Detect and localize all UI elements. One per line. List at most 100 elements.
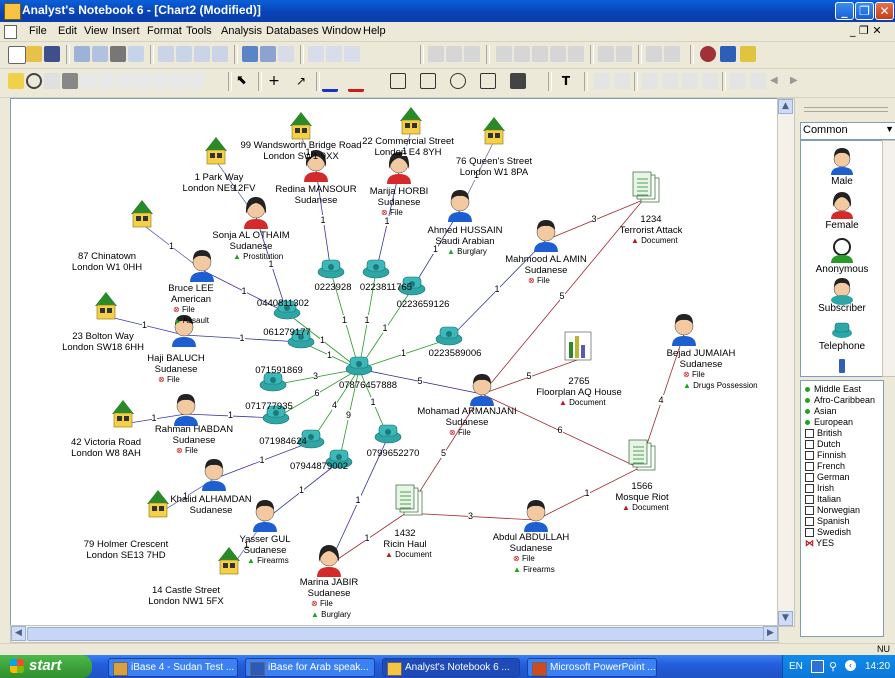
menu-databases[interactable]: Databases (266, 25, 319, 37)
text-icon[interactable]: T (558, 73, 574, 89)
legend-item[interactable]: European (805, 417, 853, 427)
maximize-button[interactable]: ❐ (855, 2, 874, 20)
taskbar-item[interactable]: iBase for Arab speak... (245, 658, 375, 677)
tray-icon[interactable] (811, 660, 824, 673)
taskbar-item[interactable]: Microsoft PowerPoint ... (527, 658, 657, 677)
grid-icon[interactable] (278, 46, 294, 62)
layout-icon[interactable] (242, 46, 258, 62)
link-icon[interactable] (74, 46, 90, 62)
tool-icon[interactable] (616, 46, 632, 62)
tool-icon[interactable] (682, 73, 698, 89)
palette-scrollbar[interactable] (882, 140, 895, 377)
panel-icon[interactable] (344, 46, 360, 62)
zoom-select-icon[interactable] (212, 46, 228, 62)
legend-item[interactable]: French (805, 461, 845, 472)
filter-icon[interactable] (464, 46, 480, 62)
arrow-style-icon[interactable] (480, 73, 496, 89)
mobile-phone-icon[interactable] (839, 359, 845, 373)
zoom-fit-icon[interactable] (194, 46, 210, 62)
tool-icon[interactable] (664, 46, 680, 62)
tool-icon[interactable] (532, 46, 548, 62)
menu-insert[interactable]: Insert (112, 25, 140, 37)
chevron-down-icon[interactable]: ▼ (885, 124, 894, 134)
bar-icon[interactable] (170, 73, 186, 89)
legend-item[interactable]: ⋈ YES (805, 538, 834, 549)
view-icon[interactable] (308, 46, 324, 62)
timeline-icon[interactable] (116, 73, 132, 89)
menu-view[interactable]: View (84, 25, 108, 37)
frame-icon[interactable] (62, 73, 78, 89)
shape-icon[interactable] (420, 73, 436, 89)
menu-analysis[interactable]: Analysis (221, 25, 262, 37)
camera-icon[interactable] (750, 73, 766, 89)
tool-icon[interactable] (598, 46, 614, 62)
vertical-scrollbar[interactable]: ▲ ▼ (777, 98, 795, 627)
tool-icon[interactable] (614, 73, 630, 89)
scroll-up-button[interactable]: ▲ (778, 99, 793, 114)
box-icon[interactable] (134, 73, 150, 89)
label-icon[interactable] (44, 73, 60, 89)
link-tool-icon[interactable]: ↗ (296, 73, 312, 89)
fill-color-icon[interactable] (348, 73, 364, 92)
save-icon[interactable] (44, 46, 60, 62)
legend-item[interactable]: Finnish (805, 450, 846, 461)
close-button[interactable]: ✕ (875, 2, 894, 20)
menu-window[interactable]: Window (322, 25, 361, 37)
circle-icon[interactable] (26, 73, 42, 89)
tool-icon[interactable] (730, 73, 746, 89)
telephone-icon[interactable] (832, 322, 852, 338)
theme-icon[interactable] (80, 73, 96, 89)
tile-icon[interactable] (188, 73, 204, 89)
new-icon[interactable] (8, 46, 26, 64)
forward-icon[interactable]: ▶ (790, 73, 806, 89)
add-icon[interactable]: + (266, 73, 282, 89)
scroll-thumb[interactable] (27, 627, 764, 641)
open-icon[interactable] (26, 46, 42, 62)
line-color-icon[interactable] (322, 73, 338, 92)
palette-grip[interactable] (804, 107, 888, 112)
zoom-in-icon[interactable] (158, 46, 174, 62)
tool-icon[interactable] (702, 73, 718, 89)
female-icon[interactable] (831, 192, 853, 219)
palette-select[interactable]: Common ▼ (800, 122, 895, 140)
legend-item[interactable]: Norwegian (805, 505, 860, 516)
legend-item[interactable]: Italian (805, 494, 841, 505)
help-icon[interactable] (740, 46, 756, 62)
mdi-controls[interactable]: _ ❐ ✕ (850, 24, 882, 37)
minimize-button[interactable]: _ (835, 2, 854, 20)
horizontal-scrollbar[interactable]: ◀ ▶ (10, 625, 779, 643)
chart-canvas[interactable]: 1111111111111111111111111136495355654311… (10, 98, 778, 627)
menu-tools[interactable]: Tools (186, 25, 212, 37)
table-icon[interactable] (326, 46, 342, 62)
scroll-right-button[interactable]: ▶ (763, 626, 778, 641)
menu-file[interactable]: File (29, 25, 47, 37)
tool-icon[interactable] (642, 73, 658, 89)
legend-item[interactable]: German (805, 472, 850, 483)
network-icon[interactable]: ⚲ (829, 660, 837, 673)
menu-help[interactable]: Help (363, 25, 386, 37)
legend-item[interactable]: Dutch (805, 439, 841, 450)
back-icon[interactable]: ◀ (770, 73, 786, 89)
scroll-down-button[interactable]: ▼ (778, 611, 793, 626)
event-icon[interactable] (98, 73, 114, 89)
help-pointer-icon[interactable] (720, 46, 736, 62)
ellipse-icon[interactable] (450, 73, 466, 89)
legend-item[interactable]: British (805, 428, 842, 439)
language-indicator[interactable]: EN (789, 661, 803, 672)
tool-icon[interactable] (514, 46, 530, 62)
tool-icon[interactable] (568, 46, 584, 62)
menu-edit[interactable]: Edit (58, 25, 77, 37)
taskbar-item[interactable]: iBase 4 - Sudan Test ... (108, 658, 238, 677)
male-icon[interactable] (831, 148, 853, 175)
list-icon[interactable] (152, 73, 168, 89)
legend-item[interactable]: Middle East (805, 384, 861, 394)
legend-item[interactable]: Irish (805, 483, 834, 494)
legend-item[interactable]: Asian (805, 406, 837, 416)
arrange-icon[interactable] (260, 46, 276, 62)
legend-item[interactable]: Spanish (805, 516, 850, 527)
taskbar-item[interactable]: Analyst's Notebook 6 ... (382, 658, 520, 677)
tool-icon[interactable] (550, 46, 566, 62)
tool-icon[interactable] (496, 46, 512, 62)
analysis-icon[interactable] (428, 46, 444, 62)
picture-icon[interactable] (510, 73, 526, 89)
